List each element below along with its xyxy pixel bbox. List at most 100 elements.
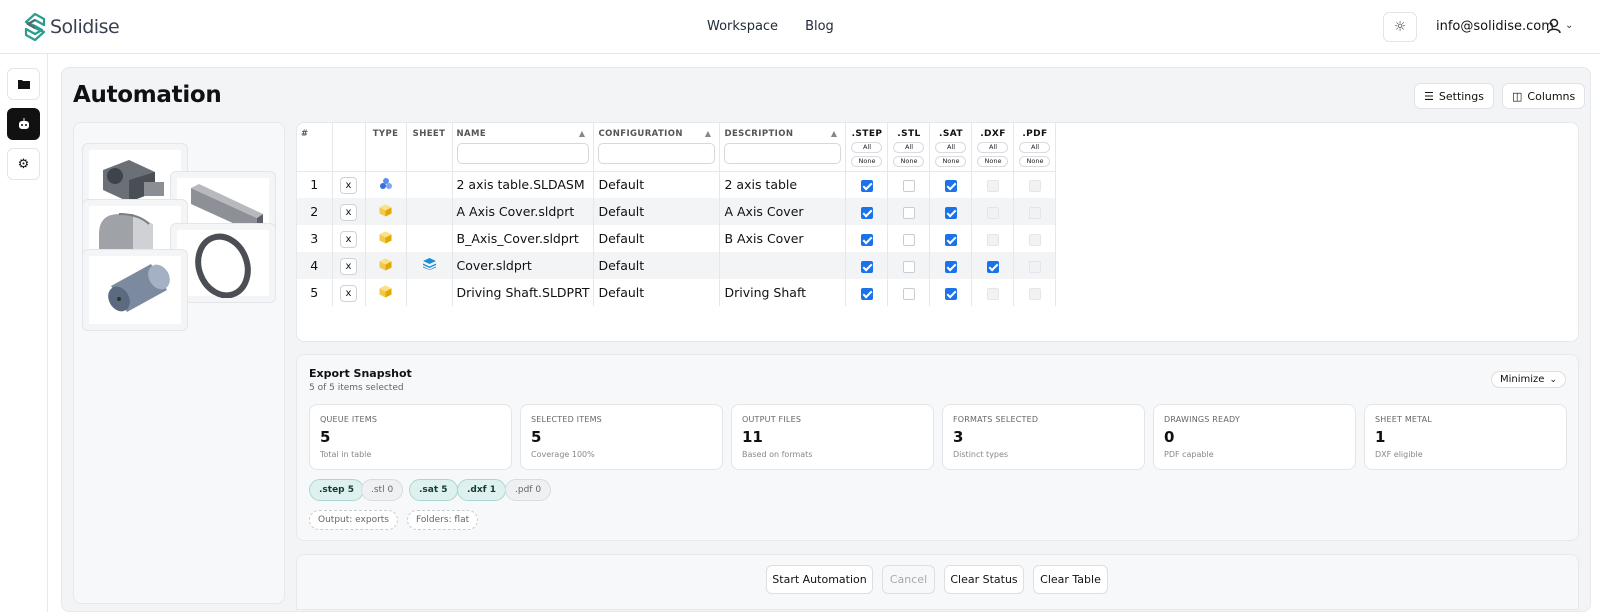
select-all-stl-button[interactable]: All <box>893 142 925 153</box>
cancel-button[interactable]: Cancel <box>882 565 935 594</box>
sat-checkbox[interactable] <box>944 179 957 192</box>
pdf-checkbox <box>1028 206 1041 219</box>
sort-asc-icon[interactable]: ▲ <box>705 129 712 138</box>
remove-row-button[interactable]: x <box>340 203 357 221</box>
nav-workspace[interactable]: Workspace <box>707 19 778 34</box>
remove-row-button[interactable]: x <box>340 176 357 194</box>
configuration-cell: Default <box>593 171 721 198</box>
solidise-logo-icon <box>24 13 46 41</box>
stat-value: 3 <box>953 428 964 446</box>
left-sidebar: ⚙ <box>0 54 48 612</box>
start-automation-button[interactable]: Start Automation <box>766 565 873 594</box>
table-row[interactable]: 3 x B_Axis_Cover.sldprt Default B Axis Cover <box>297 225 1057 252</box>
sidebar-item-automation[interactable] <box>7 108 40 140</box>
theme-toggle-button[interactable]: ☼ <box>1383 12 1417 42</box>
user-icon[interactable] <box>1547 18 1561 34</box>
select-none-stl-button[interactable]: None <box>893 156 925 167</box>
select-all-step-button[interactable]: All <box>851 142 883 153</box>
format-chip-pdf[interactable]: .pdf 0 <box>505 479 552 501</box>
remove-row-button[interactable]: x <box>340 284 357 302</box>
table-row[interactable]: 4 x Cover.sldprt Default <box>297 252 1057 279</box>
chevron-down-icon[interactable]: ⌄ <box>1565 20 1573 31</box>
remove-row-cell: x <box>332 252 366 279</box>
format-label: .DXF <box>980 129 1006 139</box>
format-chip-stl[interactable]: .stl 0 <box>361 479 404 501</box>
stl-checkbox[interactable] <box>902 206 915 219</box>
thumbnail-driving-shaft[interactable] <box>82 249 188 331</box>
top-navbar: Solidise Workspace Blog ☼ info@solidise.… <box>0 0 1600 54</box>
step-checkbox[interactable] <box>860 260 873 273</box>
step-checkbox[interactable] <box>860 179 873 192</box>
format-chip-dxf[interactable]: .dxf 1 <box>457 479 506 501</box>
pdf-checkbox <box>1028 287 1041 300</box>
format-chip-step[interactable]: .step 5 <box>309 479 365 501</box>
select-all-sat-button[interactable]: All <box>935 142 967 153</box>
select-none-sat-button[interactable]: None <box>935 156 967 167</box>
sat-checkbox[interactable] <box>944 260 957 273</box>
header-format-dxf: .DXF All None <box>971 123 1015 172</box>
output-folder-tag: Output: exports <box>309 510 398 530</box>
step-checkbox[interactable] <box>860 233 873 246</box>
step-checkbox[interactable] <box>860 206 873 219</box>
description-filter-input[interactable] <box>724 143 842 164</box>
stat-card: OUTPUT FILES 11 Based on formats <box>731 404 934 470</box>
format-cell <box>845 252 889 279</box>
configuration-filter-input[interactable] <box>598 143 716 164</box>
name-filter-input[interactable] <box>456 143 590 164</box>
stat-card: QUEUE ITEMS 5 Total in table <box>309 404 512 470</box>
select-none-pdf-button[interactable]: None <box>1019 156 1051 167</box>
description-cell: Driving Shaft <box>719 279 847 306</box>
automation-queue-table: # TYPE SHEET NAME ▲ CONFIGURATION ▲ DESC… <box>296 122 1579 342</box>
format-chip-sat[interactable]: .sat 5 <box>409 479 458 501</box>
columns-button[interactable]: ◫ Columns <box>1502 83 1586 109</box>
sat-checkbox[interactable] <box>944 206 957 219</box>
sidebar-item-files[interactable] <box>7 68 40 100</box>
header-type: TYPE <box>365 123 407 172</box>
select-none-step-button[interactable]: None <box>851 156 883 167</box>
settings-button[interactable]: ☰ Settings <box>1414 83 1494 109</box>
sat-checkbox[interactable] <box>944 287 957 300</box>
dxf-checkbox[interactable] <box>986 260 999 273</box>
remove-row-cell: x <box>332 171 366 198</box>
header-configuration[interactable]: CONFIGURATION ▲ <box>593 123 721 172</box>
remove-row-button[interactable]: x <box>340 257 357 275</box>
header-description[interactable]: DESCRIPTION ▲ <box>719 123 847 172</box>
select-all-pdf-button[interactable]: All <box>1019 142 1051 153</box>
select-none-dxf-button[interactable]: None <box>977 156 1009 167</box>
assembly-icon <box>379 177 393 193</box>
stat-value: 0 <box>1164 428 1175 446</box>
format-cell <box>929 252 973 279</box>
table-row[interactable]: 5 x Driving Shaft.SLDPRT Default Driving Sha… <box>297 279 1057 306</box>
step-checkbox[interactable] <box>860 287 873 300</box>
sort-asc-icon[interactable]: ▲ <box>579 129 586 138</box>
sort-asc-icon[interactable]: ▲ <box>831 129 838 138</box>
name-cell: A Axis Cover.sldprt <box>452 198 595 225</box>
sun-icon: ☼ <box>1393 19 1407 35</box>
pdf-checkbox <box>1028 260 1041 273</box>
table-row[interactable]: 2x A Axis Cover.sldprt Default A Axis Cover <box>297 198 1057 225</box>
sidebar-item-settings[interactable]: ⚙ <box>7 148 40 180</box>
dxf-checkbox <box>986 233 999 246</box>
row-index: 3 <box>297 225 333 252</box>
table-row[interactable]: 1x 2 axis table.SLDASM Default 2 axis table <box>297 171 1057 198</box>
format-cell <box>1013 252 1057 279</box>
clear-status-button[interactable]: Clear Status <box>944 565 1024 594</box>
brand-logo[interactable]: Solidise <box>24 13 120 41</box>
nav-blog[interactable]: Blog <box>805 19 834 34</box>
remove-row-button[interactable]: x <box>340 230 357 248</box>
select-all-dxf-button[interactable]: All <box>977 142 1009 153</box>
clear-table-button[interactable]: Clear Table <box>1033 565 1108 594</box>
header-format-stl: .STL All None <box>887 123 931 172</box>
remove-row-cell: x <box>332 225 366 252</box>
stl-checkbox[interactable] <box>902 260 915 273</box>
stl-checkbox[interactable] <box>902 179 915 192</box>
description-cell: A Axis Cover <box>719 198 847 225</box>
user-email[interactable]: info@solidise.com <box>1436 19 1554 34</box>
format-label: .STL <box>897 129 921 139</box>
sat-checkbox[interactable] <box>944 233 957 246</box>
header-name[interactable]: NAME ▲ <box>452 123 595 172</box>
stl-checkbox[interactable] <box>902 233 915 246</box>
sheet-metal-icon <box>422 258 436 273</box>
minimize-button[interactable]: Minimize ⌄ <box>1491 371 1566 388</box>
stl-checkbox[interactable] <box>902 287 915 300</box>
